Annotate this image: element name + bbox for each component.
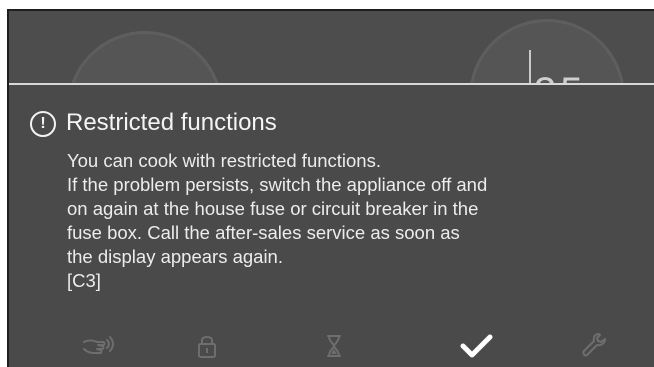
dialog-title: Restricted functions bbox=[66, 109, 277, 136]
checkmark-icon bbox=[460, 334, 493, 358]
hourglass-icon bbox=[327, 335, 341, 357]
error-code: [C3] bbox=[67, 270, 101, 291]
timer-button[interactable] bbox=[316, 331, 352, 361]
dialog-message: You can cook with restricted functions. … bbox=[67, 149, 627, 293]
oven-display: 20 35 ! Restricted functions You can coo… bbox=[7, 9, 654, 367]
child-lock-button[interactable] bbox=[189, 331, 225, 361]
message-line: fuse box. Call the after-sales service a… bbox=[67, 222, 460, 243]
hand-sensor-button[interactable] bbox=[81, 331, 117, 361]
confirm-button[interactable] bbox=[459, 331, 495, 361]
message-line: on again at the house fuse or circuit br… bbox=[67, 198, 479, 219]
lock-icon bbox=[198, 336, 216, 358]
restricted-functions-dialog[interactable]: ! Restricted functions You can cook with… bbox=[9, 85, 654, 367]
bottom-toolbar bbox=[9, 327, 654, 367]
wrench-icon bbox=[582, 333, 606, 357]
hand-sensor-icon bbox=[83, 336, 114, 354]
message-line: If the problem persists, switch the appl… bbox=[67, 174, 488, 195]
message-line: the display appears again. bbox=[67, 246, 283, 267]
message-line: You can cook with restricted functions. bbox=[67, 150, 381, 171]
service-settings-button[interactable] bbox=[577, 331, 613, 361]
exclamation-circle-icon: ! bbox=[30, 111, 56, 137]
